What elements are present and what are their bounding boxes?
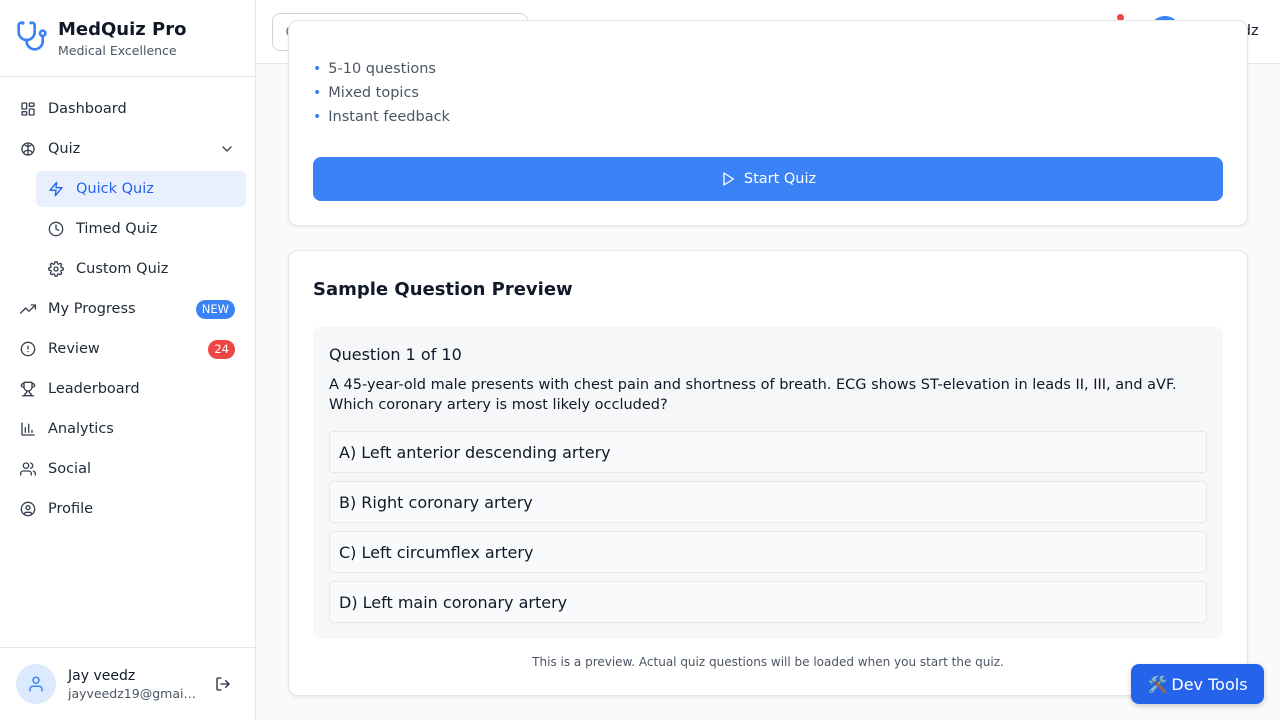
brain-icon — [20, 141, 36, 157]
sidebar-user-card: Jay veedz jayveedz19@gmail... — [0, 647, 255, 720]
feature-text: Instant feedback — [328, 109, 450, 125]
quiz-features-list: • 5-10 questions • Mixed topics • Instant f… — [313, 57, 450, 129]
sidebar-item-quiz[interactable]: Quiz — [8, 131, 247, 167]
sidebar-item-custom-quiz[interactable]: Custom Quiz — [36, 251, 246, 287]
sidebar-item-label: Quiz — [48, 141, 81, 157]
chevron-down-icon[interactable] — [219, 141, 235, 157]
feature-text: Mixed topics — [328, 85, 419, 101]
sidebar-user-name: Jay veedz — [68, 667, 136, 684]
answer-option-c[interactable]: C) Left circumflex artery — [329, 531, 1207, 573]
sidebar-user-email: jayveedz19@gmail... — [68, 685, 198, 701]
sidebar-item-label: Custom Quiz — [76, 261, 169, 277]
preview-note: This is a preview. Actual quiz questions… — [532, 655, 1004, 669]
question-counter: Question 1 of 10 — [329, 345, 462, 364]
sidebar-item-my-progress[interactable]: My Progress NEW — [8, 291, 247, 327]
dev-tools-label: Dev Tools — [1171, 674, 1248, 694]
sidebar-item-label: Profile — [48, 501, 94, 517]
answer-option-b[interactable]: B) Right coronary artery — [329, 481, 1207, 523]
list-item: • Instant feedback — [313, 105, 450, 129]
sidebar-item-quick-quiz[interactable]: Quick Quiz — [36, 171, 246, 207]
stethoscope-icon — [16, 20, 48, 52]
sidebar-item-leaderboard[interactable]: Leaderboard — [8, 371, 247, 407]
sidebar-item-label: Analytics — [48, 421, 114, 437]
gear-icon — [48, 261, 64, 277]
app-tagline: Medical Excellence — [58, 43, 177, 58]
answer-option-d[interactable]: D) Left main coronary artery — [329, 581, 1207, 623]
clock-icon — [48, 221, 64, 237]
list-item: • 5-10 questions — [313, 57, 450, 81]
zap-icon — [48, 181, 64, 197]
trophy-icon — [20, 381, 36, 397]
logout-icon[interactable] — [215, 676, 231, 692]
sample-preview-card: Sample Question Preview Question 1 of 10… — [288, 250, 1248, 696]
sidebar-item-timed-quiz[interactable]: Timed Quiz — [36, 211, 246, 247]
sidebar-item-label: Quick Quiz — [76, 181, 154, 197]
brand[interactable]: MedQuiz Pro Medical Excellence — [0, 0, 255, 77]
start-quiz-button[interactable]: Start Quiz — [313, 157, 1223, 201]
user-circle-icon — [20, 501, 36, 517]
sidebar-item-label: Timed Quiz — [76, 221, 158, 237]
dev-tools-button[interactable]: 🛠️ Dev Tools — [1131, 664, 1264, 704]
sidebar-nav: Dashboard Quiz Quick Quiz Timed Quiz Cus… — [0, 77, 255, 527]
sidebar-item-label: Leaderboard — [48, 381, 140, 397]
question-text: A 45-year-old male presents with chest p… — [329, 377, 1177, 413]
dashboard-icon — [20, 101, 36, 117]
new-badge: NEW — [195, 300, 235, 319]
bullet-icon: • — [313, 109, 322, 125]
feature-text: 5-10 questions — [328, 61, 436, 77]
bar-chart-icon — [20, 421, 36, 437]
preview-title: Sample Question Preview — [313, 279, 573, 300]
user-icon — [27, 675, 45, 693]
sidebar-item-social[interactable]: Social — [8, 451, 247, 487]
review-count-badge: 24 — [208, 340, 235, 359]
answer-option-a[interactable]: A) Left anterior descending artery — [329, 431, 1207, 473]
list-item: • Mixed topics — [313, 81, 450, 105]
sidebar-item-label: Dashboard — [48, 101, 127, 117]
sidebar-item-analytics[interactable]: Analytics — [8, 411, 247, 447]
sidebar-item-label: My Progress — [48, 301, 136, 317]
sidebar-item-profile[interactable]: Profile — [8, 491, 247, 527]
trending-up-icon — [20, 301, 36, 317]
alert-circle-icon — [20, 341, 36, 357]
app-name: MedQuiz Pro — [58, 19, 187, 40]
sidebar: MedQuiz Pro Medical Excellence Dashboard… — [0, 0, 256, 720]
bullet-icon: • — [313, 85, 322, 101]
sidebar-item-review[interactable]: Review 24 — [8, 331, 247, 367]
sidebar-item-label: Social — [48, 461, 91, 477]
avatar[interactable] — [16, 664, 56, 704]
sidebar-item-dashboard[interactable]: Dashboard — [8, 91, 247, 127]
tools-icon: 🛠️ — [1147, 674, 1168, 694]
bullet-icon: • — [313, 61, 322, 77]
start-quiz-label: Start Quiz — [743, 171, 817, 187]
users-icon — [20, 461, 36, 477]
quick-quiz-card: • 5-10 questions • Mixed topics • Instant f… — [288, 20, 1248, 226]
question-box: Question 1 of 10 A 45-year-old male pres… — [313, 327, 1223, 639]
sidebar-item-label: Review — [48, 341, 100, 357]
play-icon — [720, 171, 736, 187]
